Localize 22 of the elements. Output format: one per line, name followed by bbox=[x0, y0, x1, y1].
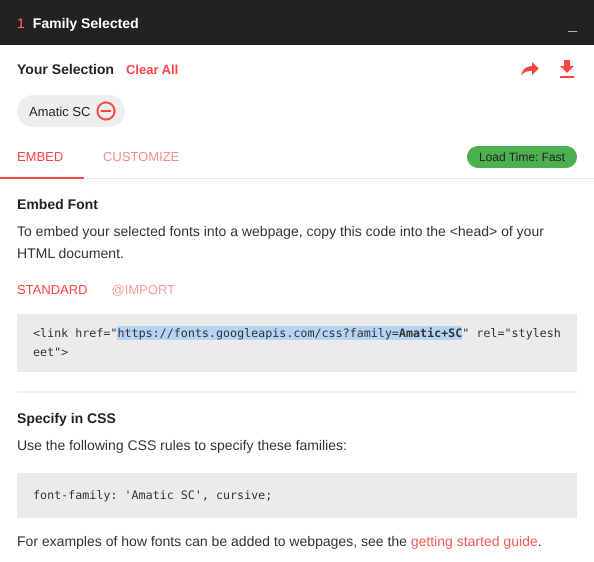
tab[interactable]: EMBED bbox=[0, 135, 84, 179]
guide-link[interactable]: getting started guide bbox=[410, 533, 538, 549]
section-description: To embed your selected fonts into a webpage, copy this code into the <head> of your HTML document. bbox=[17, 222, 545, 263]
section-description: Use the following CSS rules to specify these families: bbox=[17, 436, 348, 455]
family-count: 1 bbox=[17, 14, 25, 30]
clear-all-link[interactable]: Clear All bbox=[126, 62, 178, 76]
remove-icon[interactable] bbox=[96, 101, 116, 121]
load-time-badge: Load Time: Fast bbox=[466, 146, 577, 168]
mode-tab[interactable]: @IMPORT bbox=[112, 282, 176, 297]
mode-tab[interactable]: STANDARD bbox=[17, 282, 88, 297]
section-title: Specify in CSS bbox=[17, 410, 117, 426]
font-name: Amatic SC bbox=[29, 104, 90, 118]
header-title: Family Selected bbox=[32, 14, 140, 30]
tab[interactable]: CUSTOMIZE bbox=[86, 135, 196, 179]
footer-text: For examples of how fonts can be added to webpages, see the getting started guide. bbox=[17, 532, 543, 551]
code-block[interactable]: font-family: 'Amatic SC', cursive; bbox=[17, 473, 577, 518]
minimize-button[interactable]: _ bbox=[568, 16, 577, 34]
code-block[interactable]: <link href="https://fonts.googleapis.com/css?family=Amatic+SC" rel="stylesheet"> bbox=[17, 314, 577, 372]
section-title: Embed Font bbox=[17, 196, 99, 212]
download-icon[interactable] bbox=[559, 60, 575, 78]
share-icon[interactable] bbox=[520, 61, 540, 77]
selection-label: Your Selection bbox=[17, 61, 114, 77]
